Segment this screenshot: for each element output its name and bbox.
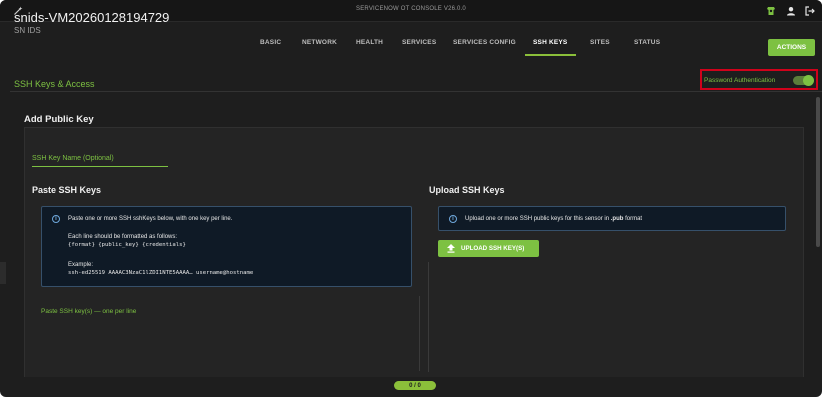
ssh-key-name-underline [32,166,168,167]
device-name: snids-VM20260128194729 [14,10,170,25]
paste-info-line1: Paste one or more SSH sshKeys below, wit… [68,216,233,222]
tab-services-config[interactable]: SERVICES CONFIG [453,39,516,46]
upload-info-prefix: Upload one or more SSH public keys for t… [465,216,611,222]
upload-info-text: Upload one or more SSH public keys for t… [465,216,642,222]
upload-info-box: i Upload one or more SSH public keys for… [438,206,786,231]
info-icon: i [449,215,457,223]
password-auth-label: Password Authentication [704,77,776,84]
app-window: SERVICENOW OT CONSOLE V26.0.0 snids-VM20… [0,0,822,397]
alert-icon[interactable] [765,5,777,17]
paste-info-format: {format} {public_key} {credentials} [68,242,186,248]
ssh-key-name-input[interactable]: SSH Key Name (Optional) [32,155,114,162]
password-auth-toggle[interactable] [793,75,814,86]
user-icon[interactable] [785,5,797,17]
tab-basic[interactable]: BASIC [260,39,281,46]
tab-services[interactable]: SERVICES [402,39,436,46]
window: SERVICENOW OT CONSOLE V26.0.0 snids-VM20… [0,0,824,403]
tab-sites[interactable]: SITES [590,39,610,46]
tab-network[interactable]: NETWORK [302,39,337,46]
pager-label: 0 / 0 [409,382,421,389]
upload-keys-title: Upload SSH Keys [429,185,505,195]
paste-info-box: i Paste one or more SSH sshKeys below, w… [41,206,412,287]
active-tab-indicator [525,54,576,56]
upload-button-label: UPLOAD SSH KEY(S) [461,245,525,252]
toggle-knob [803,75,814,86]
upload-ssh-keys-button[interactable]: UPLOAD SSH KEY(S) [438,240,539,257]
paste-info-example: ssh-ed25519 AAAAC3NzaC1lZDI1NTE5AAAA… us… [68,270,254,276]
logout-icon[interactable] [804,5,816,17]
actions-button[interactable]: ACTIONS [768,39,815,56]
paste-info-example-label: Example: [68,262,94,268]
add-key-title: Add Public Key [24,114,94,125]
tab-health[interactable]: HEALTH [356,39,383,46]
section-title: SSH Keys & Access [14,79,95,89]
section-divider [10,91,822,92]
paste-keys-placeholder: Paste SSH key(s) — one per line [41,308,137,315]
upload-column-divider [428,262,429,372]
info-icon: i [52,215,60,223]
side-drawer-handle[interactable] [0,262,6,284]
paste-info-line2: Each line should be formatted as follows… [68,234,178,240]
upload-info-suffix: format [623,216,643,222]
vertical-scrollbar[interactable] [816,97,820,247]
device-type: SN IDS [14,26,41,35]
upload-icon [447,244,455,253]
pager-control[interactable]: 0 / 0 [394,381,436,390]
tab-ssh-keys[interactable]: SSH KEYS [533,39,567,46]
tab-status[interactable]: STATUS [634,39,660,46]
paste-keys-title: Paste SSH Keys [32,185,102,195]
upload-info-ext: .pub [610,216,624,222]
